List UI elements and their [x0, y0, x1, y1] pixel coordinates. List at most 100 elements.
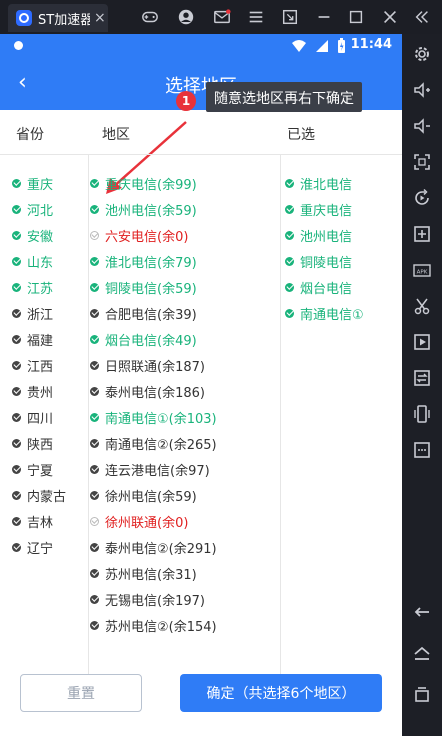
recent-apps-icon[interactable]	[412, 684, 432, 704]
collapse-icon[interactable]	[412, 8, 432, 26]
shake-icon[interactable]	[412, 404, 432, 424]
volume-down-icon[interactable]	[412, 116, 432, 136]
mail-icon[interactable]	[212, 8, 232, 26]
region-header: 地区	[102, 127, 130, 143]
region-item[interactable]: 连云港电信(余97)	[90, 456, 217, 482]
apk-icon[interactable]: APK	[412, 260, 432, 280]
selected-item-label: 池州电信	[300, 229, 353, 245]
menu-icon[interactable]	[246, 8, 266, 26]
unchecked-icon	[90, 594, 99, 604]
scissors-icon[interactable]	[412, 296, 432, 316]
region-item[interactable]: 苏州电信(余31)	[90, 560, 217, 586]
region-item[interactable]: 苏州电信②(余154)	[90, 612, 217, 638]
province-item[interactable]: 浙江	[12, 300, 66, 326]
region-item[interactable]: 日照联通(余187)	[90, 352, 217, 378]
confirm-button[interactable]: 确定（共选择6个地区）	[180, 674, 382, 712]
province-item-label: 陕西	[27, 437, 54, 453]
region-item-label: 烟台电信(余49)	[105, 333, 197, 349]
close-icon[interactable]	[380, 8, 400, 26]
province-item[interactable]: 山东	[12, 248, 66, 274]
province-item-label: 宁夏	[27, 463, 54, 479]
region-item[interactable]: 泰州电信②(余291)	[90, 534, 217, 560]
unchecked-icon	[12, 308, 21, 318]
province-header: 省份	[16, 127, 44, 143]
province-item[interactable]: 辽宁	[12, 534, 66, 560]
add-app-icon[interactable]	[412, 224, 432, 244]
province-item[interactable]: 福建	[12, 326, 66, 352]
selected-item[interactable]: 铜陵电信	[285, 248, 364, 274]
province-item[interactable]: 河北	[12, 196, 66, 222]
svg-text:APK: APK	[417, 270, 428, 276]
region-item[interactable]: 南通电信②(余265)	[90, 430, 217, 456]
region-item-label: 日照联通(余187)	[105, 359, 205, 375]
region-item[interactable]: 六安电信(余0)	[90, 222, 217, 248]
screenshot-icon[interactable]	[412, 152, 432, 172]
region-item[interactable]: 合肥电信(余39)	[90, 300, 217, 326]
province-item-label: 四川	[27, 411, 54, 427]
notification-icon	[14, 41, 23, 50]
rotate-icon[interactable]	[412, 188, 432, 208]
unchecked-icon	[90, 490, 99, 500]
province-item-label: 安徽	[27, 229, 54, 245]
province-item-label: 江苏	[27, 281, 54, 297]
maximize-icon[interactable]	[346, 8, 366, 26]
region-item[interactable]: 池州电信(余59)	[90, 196, 217, 222]
account-icon[interactable]	[176, 8, 196, 26]
checked-icon	[285, 308, 294, 318]
app-tab[interactable]: ST加速器 ×	[8, 4, 108, 32]
province-item[interactable]: 安徽	[12, 222, 66, 248]
province-item[interactable]: 贵州	[12, 378, 66, 404]
region-item[interactable]: 徐州电信(余59)	[90, 482, 217, 508]
video-icon[interactable]	[412, 332, 432, 352]
province-item[interactable]: 江西	[12, 352, 66, 378]
selected-item[interactable]: 淮北电信	[285, 170, 364, 196]
settings-icon[interactable]	[412, 44, 432, 64]
close-tab-button[interactable]: ×	[94, 10, 106, 26]
region-item[interactable]: 南通电信①(余103)	[90, 404, 217, 430]
selected-item[interactable]: 烟台电信	[285, 274, 364, 300]
region-item-label: 苏州电信②(余154)	[105, 619, 217, 635]
checked-icon	[90, 282, 99, 292]
region-item[interactable]: 淮北电信(余79)	[90, 248, 217, 274]
unchecked-icon	[90, 386, 99, 396]
selected-item[interactable]: 池州电信	[285, 222, 364, 248]
region-item[interactable]: 徐州联通(余0)	[90, 508, 217, 534]
sync-icon[interactable]	[412, 368, 432, 388]
minimize-icon[interactable]	[314, 8, 334, 26]
province-item[interactable]: 江苏	[12, 274, 66, 300]
selected-item-label: 南通电信①	[300, 307, 364, 323]
region-item-label: 徐州电信(余59)	[105, 489, 197, 505]
status-icons	[291, 38, 346, 54]
province-item[interactable]: 四川	[12, 404, 66, 430]
gamepad-icon[interactable]	[140, 8, 160, 26]
checked-icon	[90, 204, 99, 214]
volume-up-icon[interactable]	[412, 80, 432, 100]
fullscreen-icon[interactable]	[280, 8, 300, 26]
home-icon[interactable]	[412, 644, 432, 664]
region-item-label: 淮北电信(余79)	[105, 255, 197, 271]
region-item[interactable]: 无锡电信(余197)	[90, 586, 217, 612]
region-item-label: 苏州电信(余31)	[105, 567, 197, 583]
region-item-label: 徐州联通(余0)	[105, 515, 189, 531]
region-item[interactable]: 泰州电信(余186)	[90, 378, 217, 404]
region-item-label: 南通电信②(余265)	[105, 437, 217, 453]
reset-button[interactable]: 重置	[20, 674, 142, 712]
region-item-label: 合肥电信(余39)	[105, 307, 197, 323]
unchecked-icon	[90, 360, 99, 370]
unchecked-icon	[12, 542, 21, 552]
region-item[interactable]: 重庆电信(余99)	[90, 170, 217, 196]
region-item[interactable]: 铜陵电信(余59)	[90, 274, 217, 300]
unchecked-icon	[90, 230, 99, 240]
more-icon[interactable]	[412, 440, 432, 460]
unchecked-icon	[12, 386, 21, 396]
back-icon[interactable]	[412, 600, 432, 620]
selected-list: 淮北电信 重庆电信池州电信铜陵电信 烟台电信南通电信①	[285, 170, 364, 326]
province-item[interactable]: 吉林	[12, 508, 66, 534]
province-item[interactable]: 陕西	[12, 430, 66, 456]
selected-item[interactable]: 重庆电信	[285, 196, 364, 222]
province-item[interactable]: 重庆	[12, 170, 66, 196]
province-item[interactable]: 内蒙古	[12, 482, 66, 508]
selected-item[interactable]: 南通电信①	[285, 300, 364, 326]
region-item[interactable]: 烟台电信(余49)	[90, 326, 217, 352]
province-item[interactable]: 宁夏	[12, 456, 66, 482]
